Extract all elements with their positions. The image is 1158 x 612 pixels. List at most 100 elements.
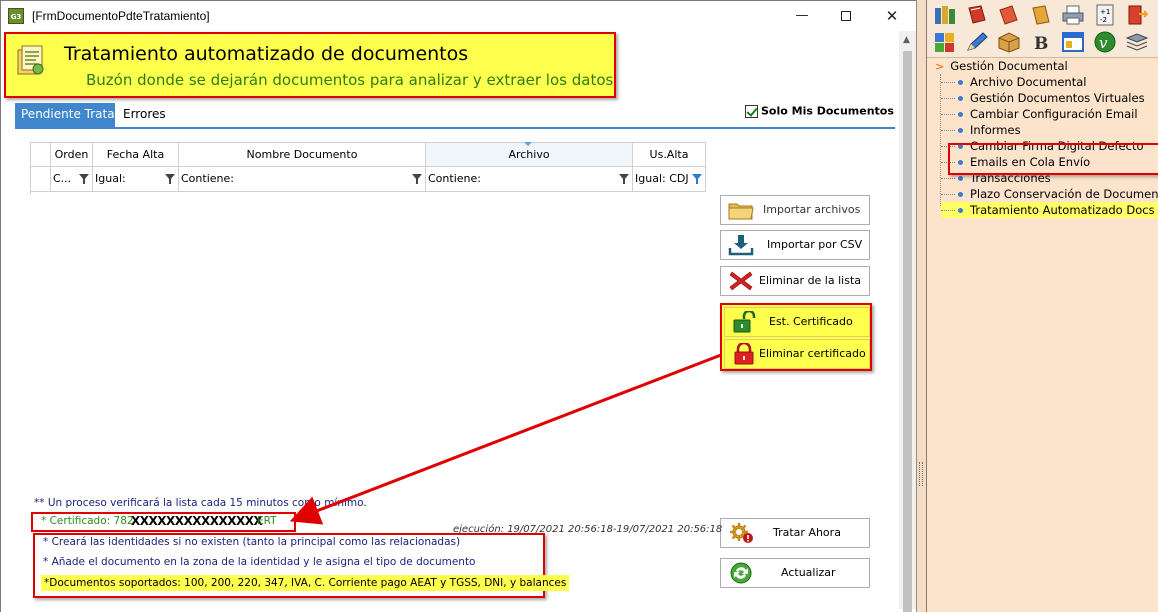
- tree-item-label: Cambiar Configuración Email: [970, 107, 1138, 121]
- filter-orden-value: C...: [53, 172, 72, 185]
- tree-branch: [941, 210, 955, 211]
- scroll-up-icon[interactable]: ▲: [903, 35, 910, 45]
- pencil-icon[interactable]: [965, 31, 989, 53]
- book-red-icon[interactable]: [965, 4, 989, 26]
- exit-door-icon[interactable]: [1125, 4, 1149, 26]
- filter-funnel-icon[interactable]: [165, 174, 175, 184]
- window-title: [FrmDocumentoPdteTratamiento]: [32, 9, 210, 23]
- tree-item-informes[interactable]: Informes: [941, 122, 1158, 138]
- chevron-right-icon[interactable]: >: [935, 60, 944, 73]
- bullet-icon: [958, 208, 963, 213]
- notes-icon[interactable]: [997, 4, 1021, 26]
- banner-subtitle: Buzón donde se dejarán documentos para a…: [86, 71, 614, 89]
- window-icon[interactable]: [1061, 31, 1085, 53]
- filter-funnel-active-icon[interactable]: [692, 174, 702, 184]
- maximize-button[interactable]: [831, 5, 861, 27]
- scrollbar-thumb[interactable]: [903, 51, 912, 612]
- grid-filter-us-alta[interactable]: Igual: CDJ: [633, 167, 706, 192]
- splitter-grip[interactable]: [919, 462, 923, 486]
- tree-branch: [941, 194, 955, 195]
- tree-branch: [941, 178, 955, 179]
- tree-branch: [941, 130, 955, 131]
- only-mine-label: Solo Mis Documentos: [761, 104, 894, 118]
- printer-icon[interactable]: [1061, 4, 1085, 26]
- minimize-button[interactable]: —: [787, 5, 817, 27]
- svg-text:-2: -2: [1100, 16, 1107, 24]
- grid-header-us-alta[interactable]: Us.Alta: [633, 142, 706, 167]
- grid-filter-orden[interactable]: C...: [51, 167, 93, 192]
- grid-header-orden[interactable]: Orden: [51, 142, 93, 167]
- import-files-label: Importar archivos: [763, 203, 861, 216]
- grid-header-fecha-alta[interactable]: Fecha Alta: [93, 142, 179, 167]
- title-bar[interactable]: G3 [FrmDocumentoPdteTratamiento] — ✕: [1, 1, 917, 31]
- tree-branch: [941, 98, 955, 99]
- import-files-button[interactable]: Importar archivos: [720, 195, 870, 225]
- tab-errores[interactable]: Errores: [117, 103, 171, 127]
- panel-splitter[interactable]: [916, 0, 926, 612]
- tree-item-plazo-conservacion[interactable]: Plazo Conservación de Documentos: [941, 186, 1158, 202]
- b-letter-icon[interactable]: B: [1029, 31, 1053, 53]
- filter-funnel-icon[interactable]: [412, 174, 422, 184]
- tree-branch: [941, 114, 955, 115]
- grid-header-nombre-documento[interactable]: Nombre Documento: [179, 142, 426, 167]
- puzzle-icon[interactable]: [933, 31, 957, 53]
- grid-filter-fecha-alta[interactable]: Igual:: [93, 167, 179, 192]
- tab-pendiente-tratar[interactable]: Pendiente Tratar: [15, 103, 119, 127]
- box-icon[interactable]: [997, 31, 1021, 53]
- checkbox-checked-icon[interactable]: [745, 104, 758, 118]
- v-circle-icon[interactable]: v: [1093, 31, 1117, 53]
- close-button[interactable]: ✕: [877, 5, 907, 27]
- tab-underline: [15, 127, 895, 129]
- notes-highlight: * Creará las identidades si no existen (…: [33, 533, 570, 598]
- refresh-icon: [730, 562, 752, 584]
- documents-grid[interactable]: Orden Fecha Alta Nombre Documento Archiv…: [30, 142, 706, 194]
- import-csv-button[interactable]: Importar por CSV: [720, 230, 870, 260]
- svg-text:v: v: [1099, 34, 1108, 52]
- tree-item-cambiar-configuracion-email[interactable]: Cambiar Configuración Email: [941, 106, 1158, 122]
- gear-warning-icon: [730, 523, 753, 543]
- refresh-label: Actualizar: [781, 566, 836, 579]
- stack-icon[interactable]: [1125, 31, 1149, 53]
- process-now-button[interactable]: Tratar Ahora: [720, 518, 870, 548]
- filter-funnel-icon[interactable]: [79, 174, 89, 184]
- bullet-icon: [958, 128, 963, 133]
- books-icon[interactable]: [933, 4, 957, 26]
- certificate-redacted: XXXXXXXXXXXXXXX: [131, 514, 263, 528]
- notebook-icon[interactable]: [1029, 4, 1053, 26]
- delete-certificate-label: Eliminar certificado: [759, 347, 866, 360]
- process-now-label: Tratar Ahora: [773, 526, 841, 539]
- svg-text:B: B: [1034, 34, 1048, 53]
- note-supported-documents: *Documentos soportados: 100, 200, 220, 3…: [41, 575, 570, 591]
- delete-certificate-button[interactable]: Eliminar certificado: [724, 339, 870, 369]
- certificate-prefix: * Certificado: 782: [41, 515, 134, 527]
- refresh-button[interactable]: Actualizar: [720, 558, 870, 588]
- certificate-line-highlight: * Certificado: 782 XXXXXXXXXXXXXXX ERT: [31, 512, 296, 532]
- svg-text:+1: +1: [1100, 8, 1110, 16]
- certificate-status-label: Est. Certificado: [769, 315, 853, 328]
- document-inbox-icon: [17, 45, 44, 75]
- grid-filter-archivo[interactable]: Contiene:: [426, 167, 633, 192]
- grid-filter-nombre[interactable]: Contiene:: [179, 167, 426, 192]
- header-banner: Tratamiento automatizado de documentos B…: [4, 32, 616, 98]
- sort-indicator-icon: [524, 142, 532, 146]
- certificate-status-button[interactable]: Est. Certificado: [724, 307, 870, 337]
- delete-from-list-button[interactable]: Eliminar de la lista: [720, 266, 870, 296]
- certificate-suffix: ERT: [257, 515, 277, 527]
- tree-item-label: Informes: [970, 123, 1021, 137]
- only-mine-checkbox[interactable]: Solo Mis Documentos: [745, 104, 894, 120]
- tree-item-archivo-documental[interactable]: Archivo Documental: [941, 74, 1158, 90]
- app-icon: G3: [8, 8, 24, 24]
- vertical-scrollbar[interactable]: ▲: [899, 31, 916, 612]
- selected-item-highlight: [948, 143, 1158, 175]
- calculator-icon[interactable]: +1-2: [1093, 4, 1117, 26]
- navigation-panel: +1 -2 B v > Gestión Documental Archivo Doc…: [926, 0, 1158, 612]
- filter-fecha-value: Igual:: [95, 172, 126, 185]
- red-x-icon: [729, 271, 753, 291]
- tree-item-gestion-documentos-virtuales[interactable]: Gestión Documentos Virtuales: [941, 90, 1158, 106]
- bullet-icon: [958, 80, 963, 85]
- filter-funnel-icon[interactable]: [619, 174, 629, 184]
- tree-root-gestion-documental[interactable]: > Gestión Documental: [935, 58, 1068, 74]
- tree-item-tratamiento-automatizado[interactable]: Tratamiento Automatizado Docs: [941, 202, 1158, 218]
- locked-padlock-icon: [734, 343, 754, 365]
- grid-header-indicator[interactable]: [31, 142, 51, 167]
